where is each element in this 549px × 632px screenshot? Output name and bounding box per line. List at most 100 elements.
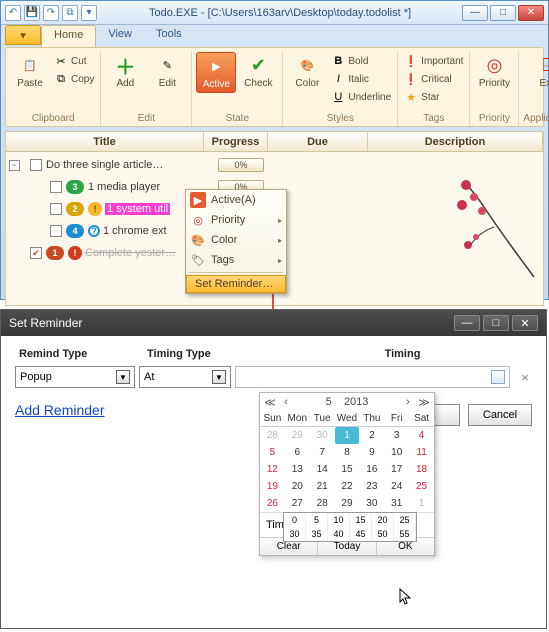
underline-button[interactable]: UUnderline	[329, 88, 393, 106]
priority-badge: 4	[66, 224, 84, 238]
cal-day[interactable]: 28	[310, 495, 335, 512]
remove-reminder-button[interactable]: ×	[518, 370, 532, 385]
cal-day-selected[interactable]: 1	[335, 427, 360, 444]
cal-day[interactable]: 29	[335, 495, 360, 512]
nav-last-icon[interactable]: ≫	[418, 396, 430, 409]
cal-day[interactable]: 26	[260, 495, 285, 512]
cal-day[interactable]: 16	[359, 461, 384, 478]
exit-button[interactable]: ⍈Exit	[528, 52, 549, 91]
cal-day[interactable]: 15	[335, 461, 360, 478]
active-button[interactable]: ▶Active	[196, 52, 236, 93]
col-description[interactable]: Description	[368, 132, 543, 151]
minimize-button[interactable]: —	[454, 315, 480, 331]
tab-view[interactable]: View	[96, 25, 144, 47]
cal-day[interactable]: 2	[359, 427, 384, 444]
reminder-window: Set Reminder — □ ✕ Remind Type Timing Ty…	[0, 309, 547, 629]
cal-day[interactable]: 4	[409, 427, 434, 444]
menu-set-reminder[interactable]: Set Reminder…	[186, 275, 286, 293]
task-row[interactable]: − Do three single article… 0%	[6, 154, 543, 176]
nav-prev-icon[interactable]: ‹	[280, 396, 292, 408]
maximize-button[interactable]: □	[490, 5, 516, 21]
qa-copy-icon[interactable]: ⧉	[62, 5, 78, 21]
qa-undo-icon[interactable]: ↶	[5, 5, 21, 21]
minute-strip-b[interactable]: 303540455055	[283, 527, 417, 542]
menu-color[interactable]: 🎨Color▸	[186, 230, 286, 250]
remind-type-select[interactable]: Popup▼	[15, 366, 135, 388]
timing-type-select[interactable]: At▼	[139, 366, 231, 388]
cal-day[interactable]: 18	[409, 461, 434, 478]
tab-home[interactable]: Home	[41, 25, 96, 47]
maximize-button[interactable]: □	[483, 315, 509, 331]
cal-day[interactable]: 25	[409, 478, 434, 495]
menu-active[interactable]: ▶Active(A)	[186, 190, 286, 210]
add-reminder-link[interactable]: Add Reminder	[15, 402, 105, 418]
cal-day[interactable]: 24	[384, 478, 409, 495]
menu-priority[interactable]: ◎Priority▸	[186, 210, 286, 230]
timing-input[interactable]	[235, 366, 510, 388]
cal-day[interactable]: 21	[310, 478, 335, 495]
checkbox[interactable]	[50, 181, 62, 193]
italic-button[interactable]: IItalic	[329, 70, 393, 88]
file-tab[interactable]: ▾	[5, 25, 41, 45]
cal-day[interactable]: 30	[310, 427, 335, 444]
paste-button[interactable]: 📋 Paste	[10, 52, 50, 91]
cal-day[interactable]: 29	[285, 427, 310, 444]
cal-day[interactable]: 1	[409, 495, 434, 512]
cal-day[interactable]: 5	[260, 444, 285, 461]
col-due[interactable]: Due	[268, 132, 368, 151]
checkbox[interactable]	[30, 159, 42, 171]
cal-month[interactable]: 5	[326, 396, 332, 408]
nav-next-icon[interactable]: ›	[402, 396, 414, 408]
color-button[interactable]: 🎨Color	[287, 52, 327, 91]
tag-critical[interactable]: ❗Critical	[402, 70, 465, 88]
cal-day[interactable]: 31	[384, 495, 409, 512]
cal-day[interactable]: 6	[285, 444, 310, 461]
cal-year[interactable]: 2013	[344, 396, 368, 408]
menu-tags[interactable]: 🏷Tags▸	[186, 250, 286, 270]
minimize-button[interactable]: —	[462, 5, 488, 21]
cancel-button[interactable]: Cancel	[468, 404, 532, 426]
cut-button[interactable]: ✂Cut	[52, 52, 96, 70]
cal-day[interactable]: 14	[310, 461, 335, 478]
cal-day[interactable]: 9	[359, 444, 384, 461]
cal-day[interactable]: 11	[409, 444, 434, 461]
cal-day[interactable]: 27	[285, 495, 310, 512]
tag-important[interactable]: ❗Important	[402, 52, 465, 70]
cal-day[interactable]: 30	[359, 495, 384, 512]
cal-day[interactable]: 23	[359, 478, 384, 495]
edit-button[interactable]: ✎Edit	[147, 52, 187, 91]
bold-button[interactable]: BBold	[329, 52, 393, 70]
cal-day[interactable]: 19	[260, 478, 285, 495]
checkbox[interactable]	[50, 203, 62, 215]
cal-day[interactable]: 17	[384, 461, 409, 478]
cal-day[interactable]: 8	[335, 444, 360, 461]
collapse-icon[interactable]: −	[9, 160, 20, 171]
copy-button[interactable]: ⧉Copy	[52, 70, 96, 88]
cal-day[interactable]: 20	[285, 478, 310, 495]
col-progress[interactable]: Progress	[204, 132, 268, 151]
checkbox[interactable]	[50, 225, 62, 237]
qa-redo-icon[interactable]: ↷	[43, 5, 59, 21]
progress-cell[interactable]: 0%	[218, 158, 264, 172]
check-button[interactable]: ✔Check	[238, 52, 278, 91]
cal-day[interactable]: 28	[260, 427, 285, 444]
cal-day[interactable]: 7	[310, 444, 335, 461]
cal-day[interactable]: 3	[384, 427, 409, 444]
col-title[interactable]: Title	[6, 132, 204, 151]
close-button[interactable]: ✕	[512, 315, 538, 331]
priority-button[interactable]: ◎Priority	[474, 52, 514, 91]
cal-day[interactable]: 13	[285, 461, 310, 478]
cal-day[interactable]: 12	[260, 461, 285, 478]
cal-day[interactable]: 10	[384, 444, 409, 461]
calendar-icon[interactable]	[491, 370, 505, 384]
add-button[interactable]: ＋Add	[105, 52, 145, 91]
nav-first-icon[interactable]: ≪	[264, 396, 276, 409]
qa-save-icon[interactable]: 💾	[24, 5, 40, 21]
checkbox-checked[interactable]: ✔	[30, 247, 42, 259]
minute-strip-a[interactable]: 0510152025	[283, 512, 417, 528]
qa-dropdown-icon[interactable]: ▾	[81, 5, 97, 21]
close-button[interactable]: ✕	[518, 5, 544, 21]
tag-star[interactable]: ★Star	[402, 88, 465, 106]
tab-tools[interactable]: Tools	[144, 25, 194, 47]
cal-day[interactable]: 22	[335, 478, 360, 495]
